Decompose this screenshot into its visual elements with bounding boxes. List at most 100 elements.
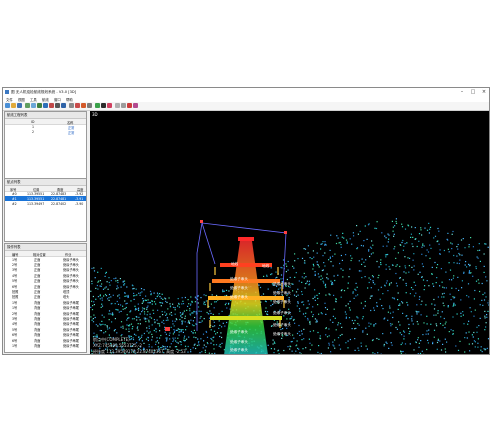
ground-point — [156, 340, 159, 342]
ground-point — [391, 323, 393, 325]
ground-point — [475, 266, 477, 268]
camera-icon[interactable] — [69, 103, 74, 108]
ground-point — [94, 277, 96, 279]
ground-point — [411, 266, 413, 268]
table-row[interactable]: 3号 背面 绝缘子串尾 — [5, 315, 86, 321]
table-row[interactable]: 4号 背面 绝缘子串尾 — [5, 321, 86, 326]
table-row[interactable]: 2 正常 — [5, 129, 86, 135]
export-icon[interactable] — [95, 103, 100, 108]
table-row[interactable]: 5号 正面 绝缘子串头 — [5, 278, 86, 283]
waypoint-marker[interactable] — [200, 220, 203, 223]
ground-point — [135, 334, 137, 336]
save-icon[interactable] — [17, 103, 22, 108]
table-row[interactable]: #2 113.39497 22.87402 -3.90 — [5, 201, 86, 206]
table-row[interactable]: 2号 背面 绝缘子串尾 — [5, 310, 86, 316]
point-icon[interactable] — [75, 103, 80, 108]
new-icon[interactable] — [5, 103, 10, 108]
ground-point — [202, 347, 204, 349]
ground-point — [213, 321, 215, 323]
3d-viewport[interactable]: 地线 地线 绝缘子串头 绝缘子串头 绝缘子串头 绝缘子串头 绝缘子串头 绝缘子串… — [90, 111, 490, 355]
ground-point — [190, 330, 193, 333]
point-cloud-scene[interactable]: 地线 地线 绝缘子串头 绝缘子串头 绝缘子串头 绝缘子串头 绝缘子串头 绝缘子串… — [90, 111, 490, 355]
ground-point — [364, 225, 366, 227]
table-row[interactable]: 1号 背面 绝缘子串尾 — [5, 299, 86, 305]
close-button[interactable]: × — [479, 89, 489, 95]
minimize-button[interactable]: – — [457, 89, 467, 95]
ground-point — [382, 308, 384, 310]
table-row[interactable]: 4号 正面 绝缘子串头 — [5, 272, 86, 278]
ground-point — [170, 326, 172, 328]
route-icon[interactable] — [61, 103, 66, 108]
ground-point — [130, 338, 132, 340]
table-row[interactable]: 6号 背面 绝缘子串尾 — [5, 337, 86, 343]
help-icon[interactable] — [133, 103, 138, 108]
ground-point — [144, 313, 146, 315]
ground-point — [91, 267, 93, 269]
ground-point — [484, 310, 486, 312]
table-row[interactable]: 6号 背面 绝缘子串尾 — [5, 332, 86, 337]
ground-point — [325, 334, 327, 336]
ground-point — [314, 295, 316, 297]
ground-point — [421, 263, 423, 265]
ground-point — [401, 351, 403, 353]
maximize-button[interactable]: □ — [468, 89, 478, 95]
ground-point — [162, 314, 164, 316]
ground-point — [128, 328, 130, 330]
ground-point — [485, 276, 487, 278]
ground-point — [387, 319, 389, 321]
ground-point — [417, 339, 419, 341]
ground-point — [138, 336, 140, 338]
ground-point — [409, 330, 411, 333]
ground-point — [144, 317, 146, 319]
ground-point — [190, 349, 192, 351]
grid-icon[interactable] — [25, 103, 30, 108]
ground-point — [369, 278, 372, 281]
ground-point — [90, 306, 92, 308]
ground-point — [314, 273, 316, 275]
table-row[interactable]: 1号 正面 绝缘子串头 — [5, 256, 86, 262]
settings-icon[interactable] — [101, 103, 106, 108]
upload-icon[interactable] — [127, 103, 132, 108]
ground-point — [330, 353, 332, 354]
ground-point — [407, 224, 409, 226]
ground-point — [403, 331, 406, 333]
ground-point — [391, 264, 394, 266]
ground-point — [169, 303, 171, 305]
ground-point — [303, 272, 305, 274]
ground-point — [348, 307, 351, 309]
zoom-out-icon[interactable] — [37, 103, 42, 108]
table-row[interactable]: 6号 正面 绝缘子串头 — [5, 283, 86, 289]
ground-point — [433, 285, 435, 287]
waypoint-marker[interactable] — [165, 327, 170, 331]
flag-icon[interactable] — [121, 103, 126, 108]
link-icon[interactable] — [87, 103, 92, 108]
ground-point — [347, 347, 349, 349]
ground-point — [325, 294, 327, 296]
panel-title: 操作列表 — [5, 244, 86, 251]
tower-icon[interactable] — [49, 103, 54, 108]
open-icon[interactable] — [11, 103, 16, 108]
pin-icon[interactable] — [55, 103, 60, 108]
play-icon[interactable] — [81, 103, 86, 108]
chart-icon[interactable] — [107, 103, 112, 108]
ground-point — [289, 348, 291, 350]
table-row[interactable]: 1号 背面 绝缘子串尾 — [5, 342, 86, 348]
table-row[interactable]: 拍照 正面 塔顶 — [5, 288, 86, 294]
table-row[interactable]: 3号 正面 绝缘子串头 — [5, 267, 86, 272]
ground-point — [181, 303, 183, 305]
table-row[interactable]: 2号 正面 绝缘子串头 — [5, 261, 86, 267]
table-row[interactable]: 5号 背面 绝缘子串尾 — [5, 326, 86, 332]
ground-point — [189, 310, 191, 312]
measure-icon[interactable] — [43, 103, 48, 108]
ground-point — [426, 229, 429, 231]
ground-point — [206, 311, 208, 314]
zoom-in-icon[interactable] — [31, 103, 36, 108]
table-row[interactable]: 1号 背面 绝缘子串尾 — [5, 305, 86, 310]
waypoint-marker[interactable] — [284, 231, 287, 234]
table-row[interactable]: 拍照 正面 塔头 — [5, 294, 86, 299]
layers-icon[interactable] — [115, 103, 120, 108]
ground-point — [103, 295, 105, 297]
label-left: 绝缘子串头 — [230, 276, 248, 281]
ground-point — [122, 327, 124, 329]
ground-point — [183, 310, 185, 312]
